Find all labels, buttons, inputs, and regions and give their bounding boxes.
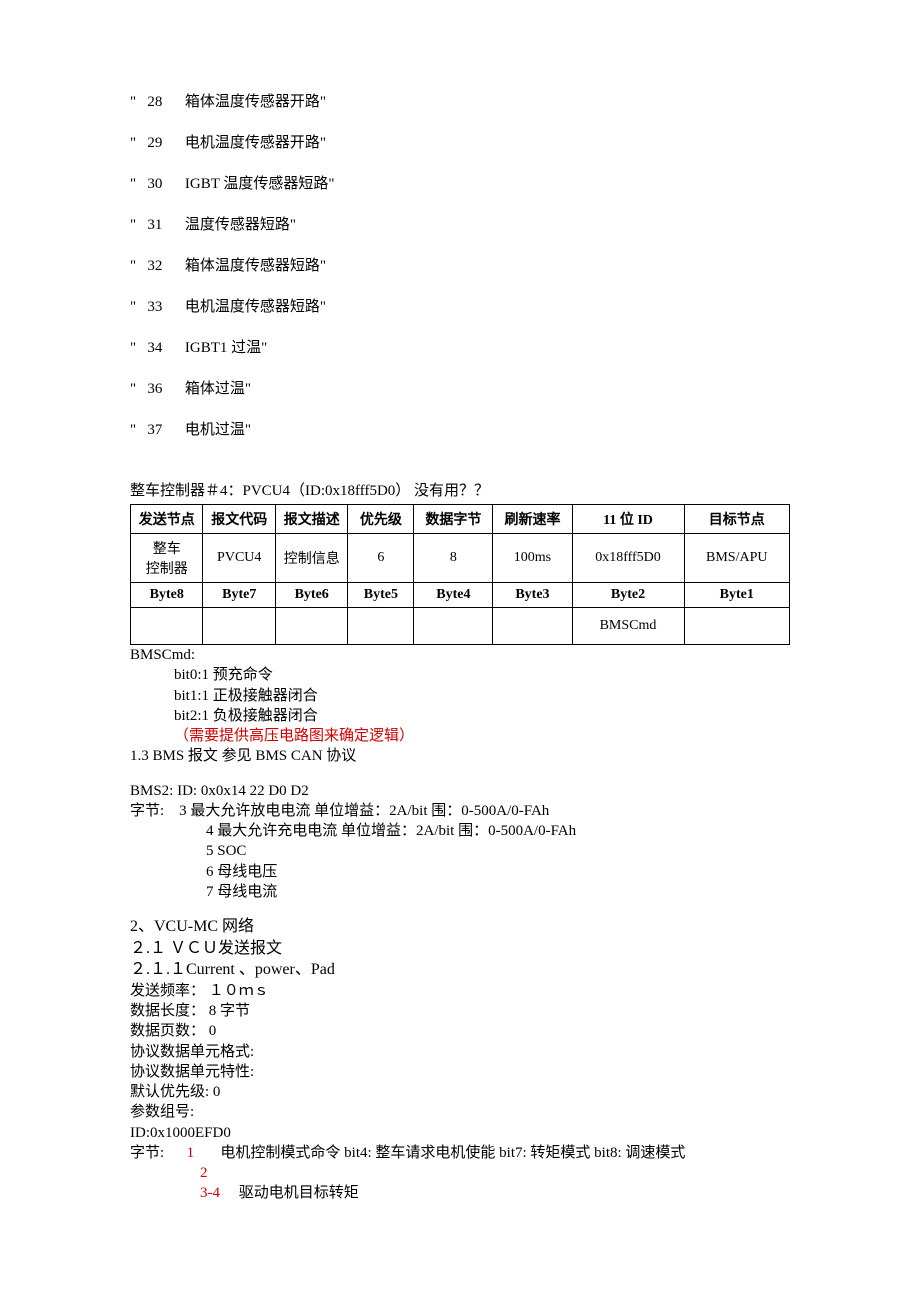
list-item: " 31 温度传感器短路" bbox=[130, 213, 790, 234]
byte-2: 2 bbox=[130, 1163, 790, 1183]
td: PVCU4 bbox=[203, 534, 275, 583]
td: 8 bbox=[414, 534, 493, 583]
byte-3: 3 最大允许放电电流 单位增益：2A/bit 围：0-500A/0-FAh bbox=[179, 803, 549, 819]
td bbox=[493, 608, 572, 645]
field-id: ID:0x1000EFD0 bbox=[130, 1123, 790, 1143]
field-freq: 发送频率： １０ｍｓ bbox=[130, 981, 790, 1001]
th: 报文描述 bbox=[275, 505, 347, 534]
bmscmd-title: BMSCmd: bbox=[130, 645, 790, 665]
td bbox=[348, 608, 414, 645]
list-item: " 34 IGBT1 过温" bbox=[130, 336, 790, 357]
td: 100ms bbox=[493, 534, 572, 583]
th: Byte7 bbox=[203, 583, 275, 608]
list-item: " 37 电机过温" bbox=[130, 418, 790, 439]
td: 0x18fff5D0 bbox=[572, 534, 684, 583]
th: 优先级 bbox=[348, 505, 414, 534]
section-2-1-1: ２.１.１Current 、power、Pad bbox=[130, 959, 790, 981]
td bbox=[684, 608, 789, 645]
field-grp: 参数组号: bbox=[130, 1102, 790, 1122]
field-chr: 协议数据单元特性: bbox=[130, 1062, 790, 1082]
byte-lead: 字节: bbox=[130, 803, 164, 819]
bms2-bytes: 字节: 3 最大允许放电电流 单位增益：2A/bit 围：0-500A/0-FA… bbox=[130, 801, 790, 821]
list-item: " 33 电机温度传感器短路" bbox=[130, 295, 790, 316]
section-2: 2、VCU-MC 网络 bbox=[130, 916, 790, 938]
byte-34-text: 驱动电机目标转矩 bbox=[239, 1185, 359, 1201]
th: 刷新速率 bbox=[493, 505, 572, 534]
fault-code-list: " 28 箱体温度传感器开路" " 29 电机温度传感器开路" " 30 IGB… bbox=[130, 90, 790, 439]
pvcu4-heading: 整车控制器＃4：PVCU4（ID:0x18fff5D0） 没有用？？ bbox=[130, 479, 790, 500]
byte-5: 5 SOC bbox=[130, 841, 790, 861]
td bbox=[131, 608, 203, 645]
field-fmt: 协议数据单元格式: bbox=[130, 1042, 790, 1062]
th: Byte1 bbox=[684, 583, 789, 608]
byte-line-1: 字节: 1 电机控制模式命令 bit4: 整车请求电机使能 bit7: 转矩模式… bbox=[130, 1143, 790, 1163]
field-pages: 数据页数： 0 bbox=[130, 1021, 790, 1041]
section-1-3: 1.3 BMS 报文 参见 BMS CAN 协议 bbox=[130, 746, 790, 766]
td: 整车 控制器 bbox=[131, 534, 203, 583]
td: BMS/APU bbox=[684, 534, 789, 583]
bmscmd-bit0: bit0:1 预充命令 bbox=[130, 665, 790, 685]
byte-34-num: 3-4 bbox=[200, 1185, 220, 1201]
th: Byte5 bbox=[348, 583, 414, 608]
list-item: " 29 电机温度传感器开路" bbox=[130, 131, 790, 152]
byte-1-num: 1 bbox=[187, 1145, 195, 1161]
field-pri: 默认优先级: 0 bbox=[130, 1082, 790, 1102]
list-item: " 36 箱体过温" bbox=[130, 377, 790, 398]
th: Byte4 bbox=[414, 583, 493, 608]
field-len: 数据长度： 8 字节 bbox=[130, 1001, 790, 1021]
th: 11 位 ID bbox=[572, 505, 684, 534]
byte-lead: 字节: bbox=[130, 1145, 164, 1161]
bmscmd-bit2: bit2:1 负极接触器闭合 bbox=[130, 706, 790, 726]
td bbox=[414, 608, 493, 645]
bmscmd-note: （需要提供高压电路图来确定逻辑） bbox=[130, 726, 790, 746]
bmscmd-bit1: bit1:1 正极接触器闭合 bbox=[130, 686, 790, 706]
th: 数据字节 bbox=[414, 505, 493, 534]
td bbox=[275, 608, 347, 645]
list-item: " 32 箱体温度传感器短路" bbox=[130, 254, 790, 275]
th: 发送节点 bbox=[131, 505, 203, 534]
th: Byte3 bbox=[493, 583, 572, 608]
th: Byte8 bbox=[131, 583, 203, 608]
th: Byte6 bbox=[275, 583, 347, 608]
byte-7: 7 母线电流 bbox=[130, 882, 790, 902]
td: BMSCmd bbox=[572, 608, 684, 645]
byte-1-text: 电机控制模式命令 bit4: 整车请求电机使能 bit7: 转矩模式 bit8:… bbox=[220, 1145, 685, 1161]
th: 报文代码 bbox=[203, 505, 275, 534]
byte-3-4: 3-4 驱动电机目标转矩 bbox=[130, 1183, 790, 1203]
list-item: " 30 IGBT 温度传感器短路" bbox=[130, 172, 790, 193]
section-2-1: ２.１ ＶＣＵ发送报文 bbox=[130, 938, 790, 960]
td bbox=[203, 608, 275, 645]
byte-6: 6 母线电压 bbox=[130, 862, 790, 882]
bms2-head: BMS2: ID: 0x0x14 22 D0 D2 bbox=[130, 781, 790, 801]
th: Byte2 bbox=[572, 583, 684, 608]
byte-4: 4 最大允许充电电流 单位增益：2A/bit 围：0-500A/0-FAh bbox=[130, 821, 790, 841]
pvcu4-table: 发送节点 报文代码 报文描述 优先级 数据字节 刷新速率 11 位 ID 目标节… bbox=[130, 504, 790, 645]
td: 控制信息 bbox=[275, 534, 347, 583]
td: 6 bbox=[348, 534, 414, 583]
list-item: " 28 箱体温度传感器开路" bbox=[130, 90, 790, 111]
th: 目标节点 bbox=[684, 505, 789, 534]
